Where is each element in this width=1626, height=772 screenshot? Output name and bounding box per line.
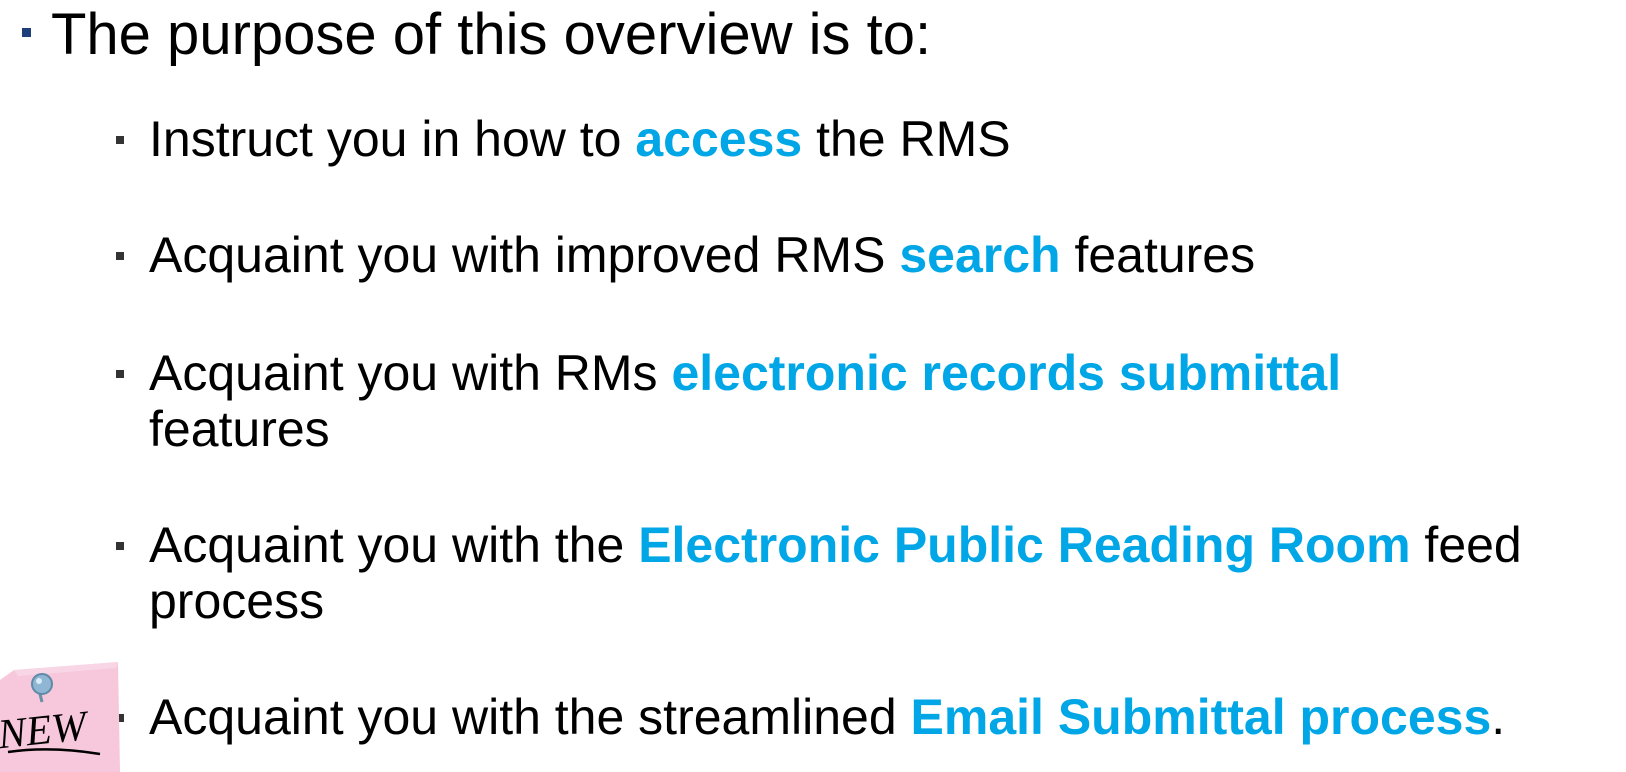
sub-bullet-line: Instruct you in how to access the RMS bbox=[149, 110, 1011, 168]
sub-bullet-text: Acquaint you with the bbox=[149, 517, 639, 573]
sub-bullet-text: Instruct you in how to bbox=[149, 111, 636, 167]
highlight-email-submittal-process: Email Submittal process bbox=[910, 689, 1492, 745]
sub-bullet-line: Acquaint you with the Electronic Public … bbox=[149, 516, 1522, 574]
highlight-electronic-public-reading-room: Electronic Public Reading Room bbox=[638, 517, 1411, 573]
sub-bullet-text: feed bbox=[1410, 517, 1522, 573]
sub-bullet-text: the RMS bbox=[802, 111, 1011, 167]
sub-bullet-continuation: process bbox=[149, 573, 325, 629]
bullet-marker bbox=[22, 28, 31, 38]
sub-bullet-text: features bbox=[1060, 227, 1256, 283]
bullet-marker bbox=[116, 542, 124, 550]
pinned-sticky-note-icon: NEW bbox=[0, 662, 120, 772]
highlight-access: access bbox=[635, 111, 803, 167]
bullet-marker bbox=[116, 370, 124, 378]
sub-bullet-text: Acquaint you with improved RMS bbox=[149, 227, 900, 283]
main-bullet-text: The purpose of this overview is to: bbox=[51, 2, 932, 67]
sub-bullet-line: Acquaint you with RMs electronic records… bbox=[149, 344, 1341, 402]
sub-bullet-line: Acquaint you with improved RMS search fe… bbox=[149, 226, 1255, 284]
bullet-marker bbox=[116, 252, 124, 260]
highlight-search: search bbox=[899, 227, 1061, 283]
sub-bullet-text: . bbox=[1491, 689, 1506, 745]
highlight-electronic-records-submittal: electronic records submittal bbox=[671, 345, 1342, 401]
slide: The purpose of this overview is to: Inst… bbox=[0, 0, 1626, 772]
sub-bullet-line: Acquaint you with the streamlined Email … bbox=[149, 688, 1505, 746]
sub-bullet-continuation: features bbox=[149, 401, 330, 457]
sub-bullet-text: Acquaint you with the streamlined bbox=[149, 689, 911, 745]
main-bullet: The purpose of this overview is to: bbox=[22, 6, 931, 64]
sub-bullet-text: Acquaint you with RMs bbox=[149, 345, 672, 401]
bullet-marker bbox=[116, 136, 124, 144]
